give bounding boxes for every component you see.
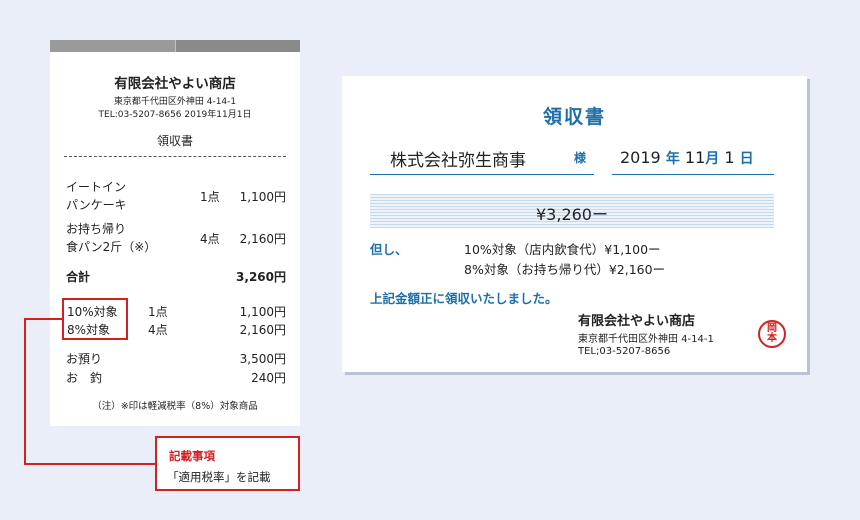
change-label: お 釣 [66, 371, 103, 385]
proviso-line-10: 10%対象（店内飲食代）¥1,100ー [464, 242, 661, 257]
change-value: 240円 [251, 371, 286, 385]
tax-value-8: 2,160円 [239, 323, 286, 337]
date-day-unit: 日 [739, 151, 754, 167]
receipt-note: （注）※印は軽減税率（8%）対象商品 [92, 401, 258, 412]
deposit-value: 3,500円 [239, 352, 286, 366]
receipt-address: 東京都千代田区外神田 4-14-1 [113, 97, 237, 107]
callout-box: 記載事項 「適用税率」を記載 [155, 436, 300, 491]
issuer-shop-name: 有限会社やよい商店 [578, 314, 696, 329]
item-price: 1,100円 [239, 190, 286, 204]
issuer-tel: TEL;03-5207-8656 [578, 346, 671, 357]
item-name-line1: イートイン [66, 180, 127, 194]
deposit-label: お預り [66, 352, 103, 366]
tax-value-10: 1,100円 [239, 305, 286, 319]
received-statement: 上記金額正に領収いたしました。 [370, 291, 558, 306]
proviso-line-8: 8%対象（お持ち帰り代）¥2,160ー [464, 262, 666, 277]
connector-line-vertical [24, 318, 26, 465]
total-label: 合計 [66, 270, 91, 284]
item-price: 2,160円 [239, 232, 286, 246]
date-year: 2019 [620, 148, 661, 167]
recipient-name: 株式会社弥生商事 [390, 151, 526, 171]
receipt-divider [64, 156, 286, 157]
item-name-line2: 食パン2斤（※） [66, 240, 157, 254]
tax-qty-10: 1点 [148, 305, 168, 319]
item-qty: 4点 [200, 232, 220, 246]
connector-line-horizontal-bottom [24, 463, 156, 465]
tax-qty-8: 4点 [148, 323, 168, 337]
invoice-card: 領収書 株式会社弥生商事 様 2019 年 11月 1 日 ¥3,260ー 但し… [342, 76, 807, 372]
receipt-title: 領収書 [156, 134, 193, 148]
hanko-seal-icon: 岡 本 [758, 320, 786, 348]
callout-body: 「適用税率」を記載 [167, 470, 271, 484]
tax-rate-highlight-box [62, 298, 128, 340]
receipt-top-bar [50, 40, 300, 52]
recipient-honorific: 様 [574, 151, 587, 165]
seal-char-bottom: 本 [767, 333, 777, 344]
invoice-title: 領収書 [542, 106, 606, 128]
item-qty: 1点 [200, 190, 220, 204]
invoice-date: 2019 年 11月 1 日 [620, 148, 754, 168]
receipt-shop-name: 有限会社やよい商店 [114, 76, 236, 92]
item-name-line2: パンケーキ [66, 198, 127, 212]
item-name-line1: お持ち帰り [66, 222, 127, 236]
recipient-underline [370, 174, 594, 175]
invoice-amount: ¥3,260ー [536, 205, 608, 224]
receipt: 有限会社やよい商店 東京都千代田区外神田 4-14-1 TEL:03-5207-… [50, 40, 300, 426]
date-day: 1 [724, 148, 735, 167]
callout-title: 記載事項 [169, 449, 215, 463]
date-month-unit: 月 [705, 151, 720, 167]
total-value: 3,260円 [236, 270, 286, 284]
connector-line-horizontal-top [24, 318, 63, 320]
amount-band: ¥3,260ー [370, 194, 774, 228]
proviso-label: 但し、 [370, 242, 408, 257]
date-underline [612, 174, 774, 175]
date-year-unit: 年 [665, 151, 680, 167]
issuer-address: 東京都千代田区外神田 4-14-1 [578, 334, 714, 345]
receipt-tel-date: TEL:03-5207-8656 2019年11月1日 [98, 110, 252, 120]
date-month: 11 [684, 148, 706, 167]
